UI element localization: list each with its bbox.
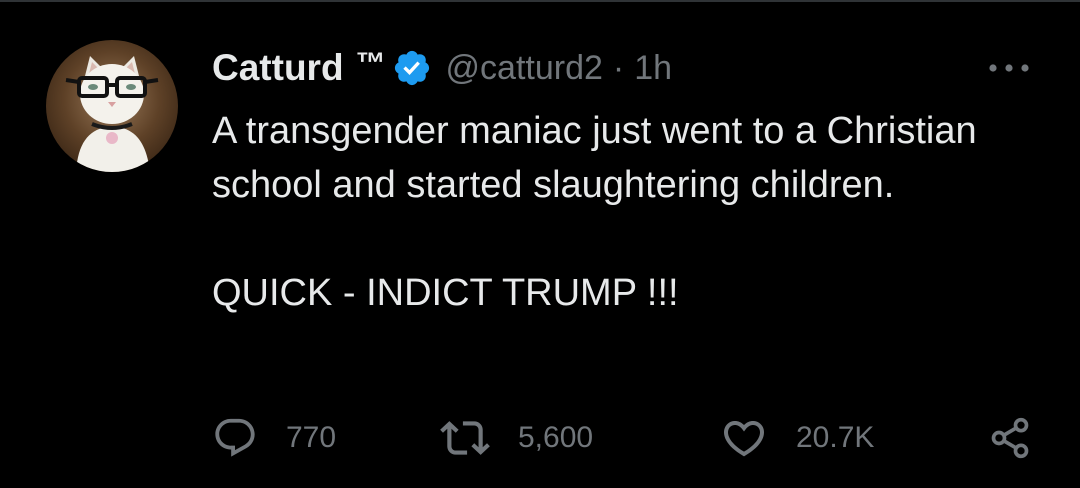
display-name[interactable]: Catturd <box>212 47 344 89</box>
avatar[interactable] <box>46 40 178 172</box>
tweet[interactable]: Catturd ™ @catturd2 · 1h A transgender m… <box>0 0 1080 488</box>
cat-avatar-image <box>46 40 178 172</box>
tweet-text: A transgender maniac just went to a Chri… <box>212 104 1032 320</box>
separator-dot: · <box>612 48 625 87</box>
tweet-paragraph: A transgender maniac just went to a Chri… <box>212 110 977 206</box>
share-button[interactable] <box>988 414 1032 462</box>
timestamp[interactable]: 1h <box>634 49 672 88</box>
heart-icon <box>723 421 765 457</box>
like-count: 20.7K <box>796 421 875 454</box>
more-horizontal-icon <box>989 64 1029 72</box>
retweet-icon <box>440 421 490 455</box>
tweet-header: Catturd ™ @catturd2 · 1h <box>212 44 672 92</box>
reply-count: 770 <box>286 421 337 454</box>
verified-badge-icon[interactable] <box>392 48 432 88</box>
tweet-paragraph: QUICK - INDICT TRUMP !!! <box>212 272 679 314</box>
reply-button[interactable]: 770 <box>212 414 336 462</box>
retweet-button[interactable]: 5,600 <box>440 414 593 462</box>
reply-icon <box>215 418 255 457</box>
trademark-symbol: ™ <box>355 47 386 80</box>
more-options-button[interactable] <box>986 58 1032 78</box>
action-bar: 770 5,600 20.7K <box>212 414 1032 462</box>
share-icon <box>991 417 1029 459</box>
retweet-count: 5,600 <box>518 421 594 454</box>
user-handle[interactable]: @catturd2 <box>446 49 603 88</box>
like-button[interactable]: 20.7K <box>720 414 874 462</box>
